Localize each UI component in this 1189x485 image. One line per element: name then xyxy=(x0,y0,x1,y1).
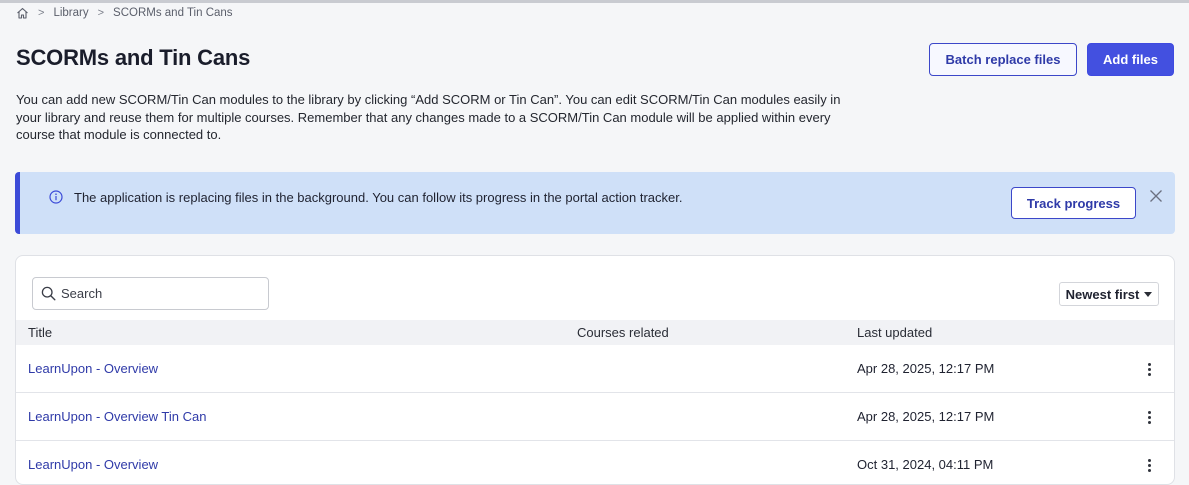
module-title-link[interactable]: LearnUpon - Overview xyxy=(28,361,158,376)
more-options-icon[interactable] xyxy=(1143,407,1155,427)
table-row: LearnUpon - Overview Tin Can Apr 28, 202… xyxy=(16,393,1174,441)
breadcrumb-library[interactable]: Library xyxy=(53,7,88,19)
sort-label: Newest first xyxy=(1065,286,1140,302)
caret-down-icon xyxy=(1144,291,1153,297)
close-icon[interactable] xyxy=(1149,189,1163,203)
breadcrumb-separator: > xyxy=(38,7,45,19)
page-description: You can add new SCORM/Tin Can modules to… xyxy=(16,92,841,142)
table-row: LearnUpon - Overview Apr 28, 2025, 12:17… xyxy=(16,345,1174,393)
top-divider xyxy=(0,0,1189,3)
column-header-courses-related: Courses related xyxy=(577,325,669,340)
banner-message: The application is replacing files in th… xyxy=(74,190,683,205)
search-icon xyxy=(41,286,56,301)
info-banner: The application is replacing files in th… xyxy=(15,172,1175,234)
more-options-icon[interactable] xyxy=(1143,359,1155,379)
table-header: Title Courses related Last updated xyxy=(16,320,1174,345)
sort-dropdown[interactable]: Newest first xyxy=(1059,282,1159,306)
search-input[interactable] xyxy=(61,286,261,301)
last-updated-cell: Oct 31, 2024, 04:11 PM xyxy=(857,457,994,472)
modules-table-card: Newest first Title Courses related Last … xyxy=(15,255,1175,485)
track-progress-button[interactable]: Track progress xyxy=(1011,187,1136,219)
breadcrumb-current: SCORMs and Tin Cans xyxy=(113,7,233,19)
page-title: SCORMs and Tin Cans xyxy=(16,45,251,70)
breadcrumb: > Library > SCORMs and Tin Cans xyxy=(16,6,233,20)
batch-replace-button[interactable]: Batch replace files xyxy=(929,43,1077,76)
add-files-button[interactable]: Add files xyxy=(1087,43,1174,76)
info-icon xyxy=(49,190,63,204)
module-title-link[interactable]: LearnUpon - Overview xyxy=(28,457,158,472)
table-row: LearnUpon - Overview Oct 31, 2024, 04:11… xyxy=(16,441,1174,484)
module-title-link[interactable]: LearnUpon - Overview Tin Can xyxy=(28,409,206,424)
column-header-title[interactable]: Title xyxy=(28,325,52,340)
column-header-last-updated[interactable]: Last updated xyxy=(857,325,932,340)
home-icon[interactable] xyxy=(16,7,29,19)
last-updated-cell: Apr 28, 2025, 12:17 PM xyxy=(857,409,995,424)
last-updated-cell: Apr 28, 2025, 12:17 PM xyxy=(857,361,995,376)
more-options-icon[interactable] xyxy=(1143,455,1155,475)
search-box[interactable] xyxy=(32,277,269,310)
breadcrumb-separator: > xyxy=(97,7,105,19)
